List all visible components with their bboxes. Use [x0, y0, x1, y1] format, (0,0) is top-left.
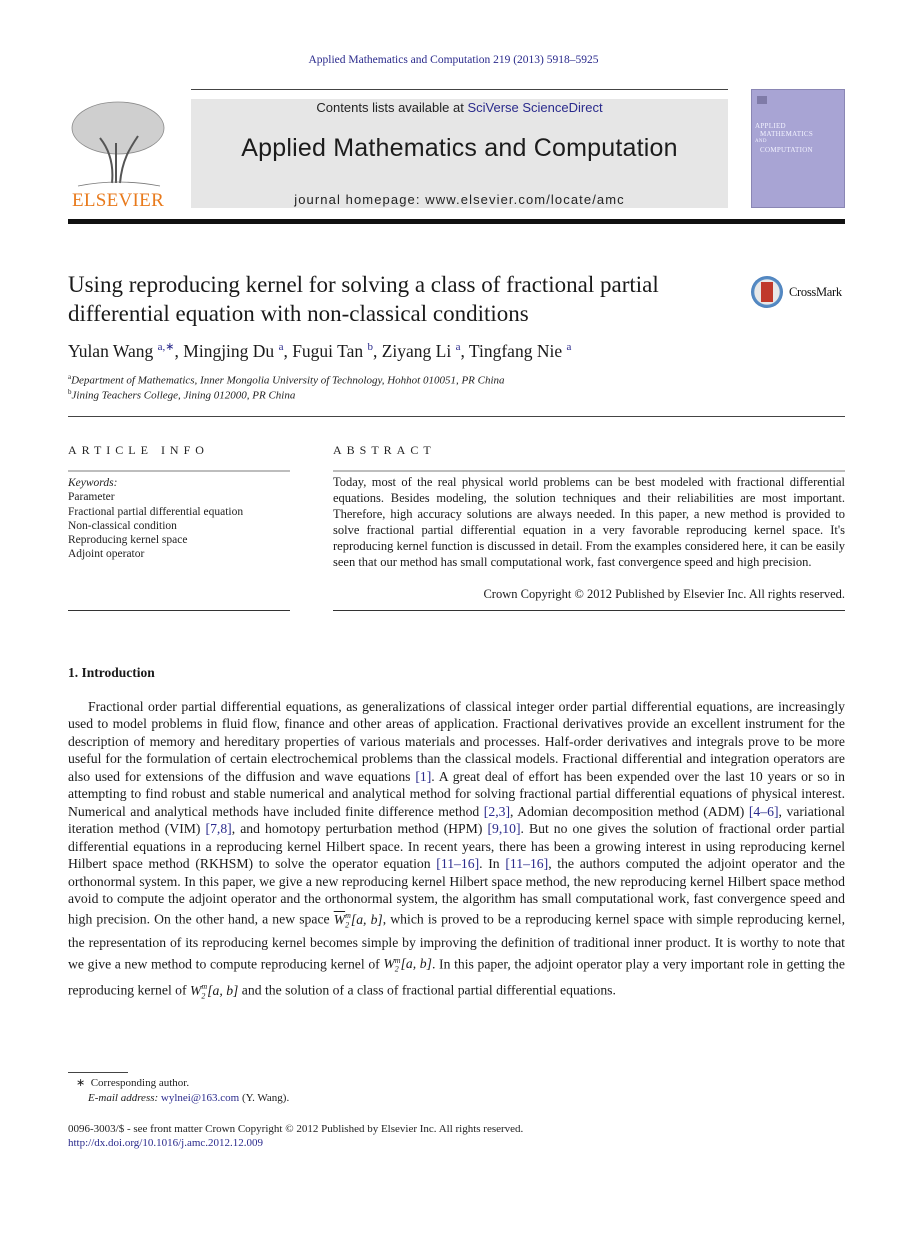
author-name: Mingjing Du	[183, 340, 275, 361]
keyword-item: Reproducing kernel space	[68, 534, 188, 547]
math-interval: [a, b]	[350, 912, 383, 927]
math-sub: 2	[345, 920, 350, 930]
crossmark-ribbon-icon	[761, 282, 773, 302]
footnote-corresponding: ∗ Corresponding author.	[76, 1076, 189, 1089]
text-run: . In	[479, 856, 506, 872]
reference-link[interactable]: [2,3]	[484, 804, 510, 819]
reference-link[interactable]: [1]	[415, 769, 431, 784]
cover-line: MATHEMATICS	[760, 130, 814, 138]
divider	[68, 416, 845, 417]
affiliation-b: bJining Teachers College, Jining 012000,…	[68, 388, 295, 402]
author-list: Yulan Wang a,∗, Mingjing Du a, Fugui Tan…	[68, 340, 572, 361]
keyword-item: Parameter	[68, 491, 115, 504]
author-affil-mark[interactable]: a	[456, 341, 461, 353]
author-affil-mark[interactable]: a	[279, 341, 284, 353]
journal-citation[interactable]: Applied Mathematics and Computation 219 …	[0, 54, 907, 66]
keyword-item: Fractional partial differential equation	[68, 505, 244, 518]
math-space-symbol: W2m[a, b]	[383, 956, 432, 974]
reference-link[interactable]: [4–6]	[749, 804, 779, 819]
contents-line: Contents lists available at SciVerse Sci…	[191, 100, 728, 115]
footnote-star: ∗	[76, 1077, 86, 1089]
divider	[333, 470, 845, 472]
author-affil-mark[interactable]: a	[566, 341, 571, 353]
abstract-heading: ABSTRACT	[333, 443, 436, 457]
author-affil-mark[interactable]: b	[367, 341, 373, 353]
author-name: Yulan Wang	[68, 340, 154, 361]
sciencedirect-link[interactable]: SciVerse ScienceDirect	[467, 100, 602, 115]
reference-link[interactable]: [11–16]	[505, 856, 548, 871]
keyword-item: Non-classical condition	[68, 519, 177, 532]
keywords-label: Keywords:	[68, 477, 118, 489]
contents-prefix: Contents lists available at	[316, 100, 468, 115]
section-heading-introduction: 1. Introduction	[68, 665, 155, 680]
header-thick-rule	[68, 219, 845, 224]
footnote-text: Corresponding author.	[90, 1077, 190, 1089]
math-sub: 2	[201, 991, 206, 1001]
email-suffix: (Y. Wang).	[239, 1092, 290, 1104]
cover-line: APPLIED	[755, 122, 786, 130]
article-title: Using reproducing kernel for solving a c…	[68, 272, 659, 326]
affil-text: Jining Teachers College, Jining 012000, …	[71, 389, 296, 402]
keywords-list: Keywords: Parameter Fractional partial d…	[68, 476, 290, 562]
math-W: W	[383, 956, 395, 972]
crossmark-button[interactable]: CrossMark	[751, 276, 846, 310]
affil-text: Department of Mathematics, Inner Mongoli…	[71, 374, 505, 387]
cover-line: AND	[755, 139, 767, 144]
divider	[333, 610, 845, 611]
author-name: Ziyang Li	[381, 340, 452, 361]
email-link[interactable]: wylnei@163.com	[161, 1092, 239, 1104]
affiliation-a: aDepartment of Mathematics, Inner Mongol…	[68, 373, 505, 387]
math-sub: 2	[394, 964, 399, 974]
math-W: W	[190, 982, 202, 998]
divider	[68, 470, 290, 472]
abstract-copyright: Crown Copyright © 2012 Published by Else…	[483, 587, 845, 601]
text-run: , Adomian decomposition method (ADM)	[510, 803, 749, 819]
cover-line: COMPUTATION	[760, 146, 813, 154]
math-interval: [a, b]	[400, 956, 432, 972]
divider	[68, 610, 290, 611]
reference-link[interactable]: [9,10]	[487, 821, 520, 836]
doi-link[interactable]: http://dx.doi.org/10.1016/j.amc.2012.12.…	[68, 1137, 263, 1149]
issn-copyright: 0096-3003/$ - see front matter Crown Cop…	[68, 1123, 524, 1135]
text-run: and the solution of a class of fractiona…	[238, 982, 616, 998]
header-rule	[191, 89, 728, 90]
cover-elsevier-mark	[757, 96, 767, 104]
journal-homepage[interactable]: journal homepage: www.elsevier.com/locat…	[191, 192, 728, 207]
author-name: Fugui Tan	[292, 340, 364, 361]
math-space-symbol: W2m[a, b]	[333, 911, 383, 930]
abstract-text: Today, most of the real physical world p…	[333, 475, 845, 569]
journal-cover-thumbnail[interactable]: APPLIED MATHEMATICS AND COMPUTATION	[751, 89, 845, 208]
reference-link[interactable]: [11–16]	[436, 856, 479, 871]
article-info-heading: ARTICLE INFO	[68, 443, 209, 457]
journal-title: Applied Mathematics and Computation	[241, 134, 678, 162]
keyword-item: Adjoint operator	[68, 548, 145, 561]
text-run: , and homotopy perturbation method (HPM)	[231, 821, 488, 837]
math-space-symbol: W2m[a, b]	[190, 982, 239, 1001]
math-interval: [a, b]	[207, 982, 239, 998]
footnote-rule	[68, 1072, 128, 1073]
email-label: E-mail address:	[88, 1092, 159, 1104]
reference-link[interactable]: [7,8]	[206, 821, 232, 836]
introduction-paragraph: Fractional order partial differential eq…	[68, 698, 845, 1005]
footnote-email: E-mail address: wylnei@163.com (Y. Wang)…	[88, 1092, 289, 1104]
author-affil-mark[interactable]: a,∗	[158, 341, 175, 353]
math-W: W	[333, 912, 346, 927]
author-name: Tingfang Nie	[468, 340, 563, 361]
elsevier-wordmark: ELSEVIER	[71, 190, 165, 211]
crossmark-label: CrossMark	[789, 285, 842, 299]
